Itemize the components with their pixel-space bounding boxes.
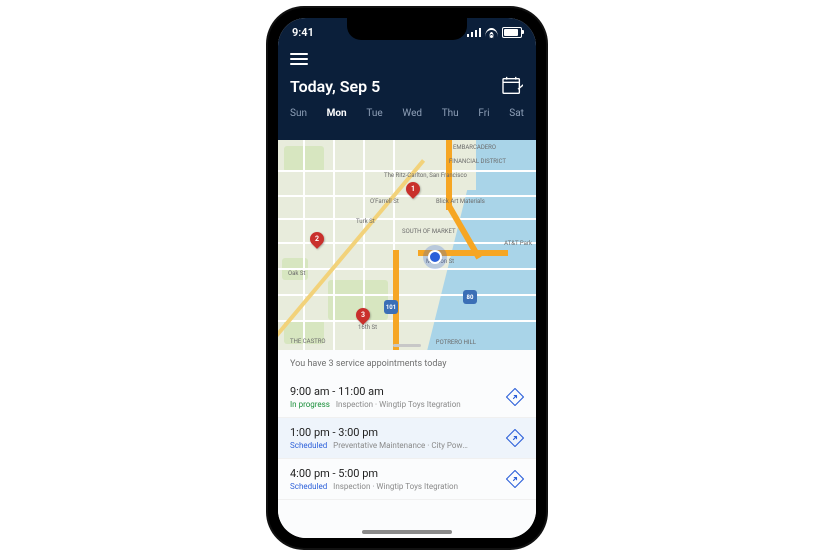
- status-time: 9:41: [292, 26, 314, 39]
- day-tab-mon[interactable]: Mon: [325, 106, 349, 121]
- map-label-ofarrell: O'Farrell St: [370, 198, 399, 205]
- home-indicator[interactable]: [362, 530, 452, 534]
- screen: 9:41 Today, Sep 5: [278, 18, 536, 538]
- panel-drag-handle[interactable]: [393, 344, 421, 347]
- notch: [347, 18, 467, 40]
- appointment-row[interactable]: 1:00 pm - 3:00 pm Scheduled Preventative …: [278, 418, 536, 459]
- map-label-potrero: POTRERO HILL: [436, 339, 476, 346]
- appointment-status: Scheduled: [290, 441, 327, 450]
- appointment-status: In progress: [290, 400, 330, 409]
- directions-icon[interactable]: [506, 388, 524, 406]
- map-label-att: AT&T Park: [504, 240, 532, 247]
- map-label-oak: Oak St: [288, 270, 305, 277]
- appointments-summary: You have 3 service appointments today: [278, 350, 536, 377]
- current-location-marker: [428, 250, 442, 264]
- appointment-meta: Scheduled Preventative Maintenance · Cit…: [290, 441, 470, 450]
- appointment-meta: In progress Inspection · Wingtip Toys It…: [290, 400, 461, 409]
- hwy-shield-80: 80: [463, 290, 477, 304]
- day-tab-wed[interactable]: Wed: [400, 106, 424, 121]
- directions-icon[interactable]: [506, 429, 524, 447]
- map-pin-2[interactable]: 2: [307, 229, 327, 249]
- directions-icon[interactable]: [506, 470, 524, 488]
- map-label-financial: FINANCIAL DISTRICT: [449, 158, 506, 165]
- appointment-time: 4:00 pm - 5:00 pm: [290, 467, 458, 480]
- appointment-time: 9:00 am - 11:00 am: [290, 385, 461, 398]
- day-tab-tue[interactable]: Tue: [364, 106, 384, 121]
- map-label-embarcadero: EMBARCADERO: [453, 144, 496, 151]
- day-tab-sun[interactable]: Sun: [288, 106, 309, 121]
- appointment-row[interactable]: 9:00 am - 11:00 am In progress Inspection…: [278, 377, 536, 418]
- day-tabs: Sun Mon Tue Wed Thu Fri Sat: [278, 106, 536, 121]
- calendar-icon[interactable]: [502, 76, 524, 96]
- battery-icon: [502, 27, 522, 38]
- signal-icon: [467, 28, 481, 37]
- phone-frame: 9:41 Today, Sep 5: [268, 8, 546, 548]
- map-label-turk: Turk St: [356, 218, 375, 225]
- map-label-ritz: The Ritz-Carlton, San Francisco: [384, 172, 467, 179]
- page-title: Today, Sep 5: [290, 77, 380, 96]
- wifi-icon: [485, 28, 498, 37]
- day-tab-fri[interactable]: Fri: [476, 106, 491, 121]
- day-tab-thu[interactable]: Thu: [440, 106, 461, 121]
- map-label-blick: Blick Art Materials: [436, 198, 485, 205]
- map-label-som: SOUTH OF MARKET: [402, 228, 456, 235]
- map-label-castro: THE CASTRO: [290, 338, 326, 345]
- menu-icon[interactable]: [290, 53, 308, 65]
- appointment-status: Scheduled: [290, 482, 327, 491]
- appointments-panel: You have 3 service appointments today 9:…: [278, 350, 536, 538]
- map-label-16th: 16th St: [358, 324, 377, 331]
- appointment-meta: Scheduled Inspection · Wingtip Toys Iteg…: [290, 482, 458, 491]
- day-tab-sat[interactable]: Sat: [507, 106, 526, 121]
- hwy-shield-101: 101: [384, 300, 398, 314]
- appointment-row[interactable]: 4:00 pm - 5:00 pm Scheduled Inspection · …: [278, 459, 536, 500]
- map-view[interactable]: EMBARCADERO FINANCIAL DISTRICT The Ritz-…: [278, 140, 536, 350]
- appointment-time: 1:00 pm - 3:00 pm: [290, 426, 470, 439]
